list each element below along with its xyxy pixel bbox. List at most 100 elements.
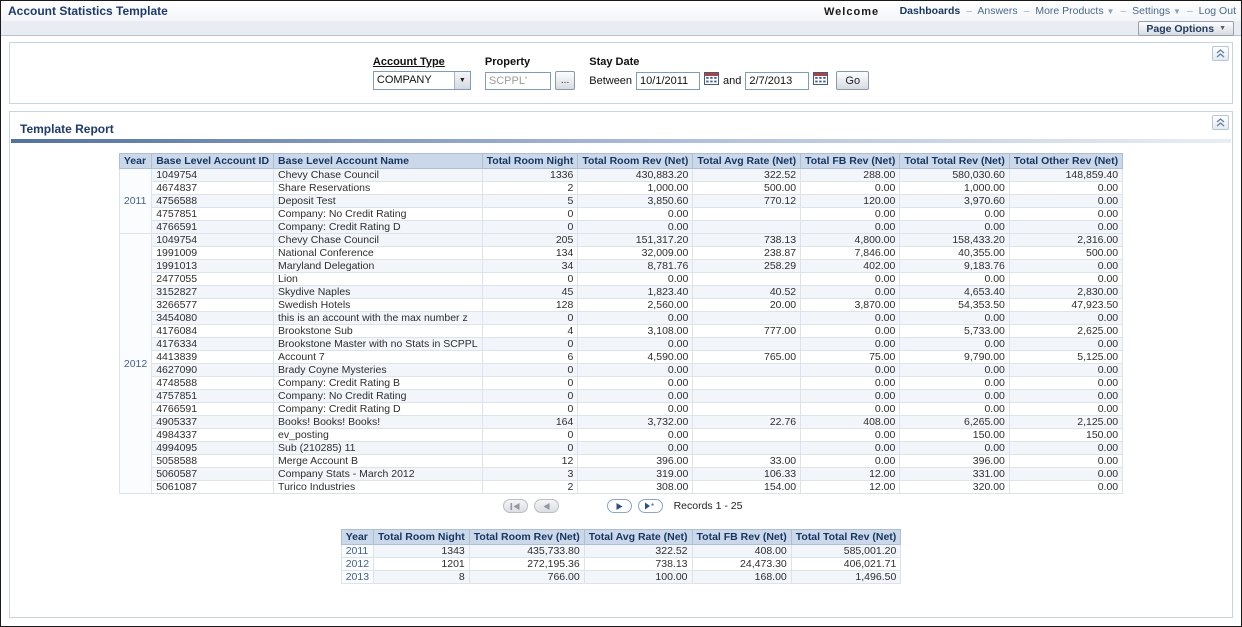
fb-rev-cell: 0.00 xyxy=(801,442,900,455)
fb-rev-cell: 0.00 xyxy=(801,208,900,221)
collapse-panel-button[interactable] xyxy=(1212,115,1229,130)
total-rev-cell: 54,353.50 xyxy=(900,299,1010,312)
total-rev-cell: 580,030.60 xyxy=(900,169,1010,182)
double-chevron-up-icon xyxy=(1216,118,1225,127)
room-night-cell: 12 xyxy=(482,455,578,468)
account-id-cell: 3454080 xyxy=(152,312,274,325)
pagination-bar: * Records 1 - 25 xyxy=(500,499,743,513)
total-rev-cell: 40,355.00 xyxy=(900,247,1010,260)
account-type-select[interactable]: COMPANY ▼ xyxy=(373,71,471,90)
account-id-cell: 4176084 xyxy=(152,325,274,338)
avg-rate-cell xyxy=(693,390,801,403)
column-header: Total Room Rev (Net) xyxy=(469,530,584,545)
nav-more-products-link[interactable]: More Products ▼ xyxy=(1035,5,1114,17)
calendar-icon[interactable] xyxy=(813,72,828,90)
other-rev-cell: 2,830.00 xyxy=(1009,286,1122,299)
account-id-cell: 4984337 xyxy=(152,429,274,442)
avg-rate-cell: 500.00 xyxy=(693,182,801,195)
column-header: Year xyxy=(341,530,373,545)
calendar-icon[interactable] xyxy=(704,72,719,90)
date-to-input[interactable] xyxy=(745,72,809,90)
avg-rate-cell xyxy=(693,208,801,221)
account-id-cell: 5061087 xyxy=(152,481,274,494)
total-rev-cell: 0.00 xyxy=(900,221,1010,234)
account-type-filter: Account Type COMPANY ▼ xyxy=(373,56,471,90)
table-row: 4984337ev_posting00.000.00150.00150.00 xyxy=(119,429,1122,442)
account-id-cell: 1049754 xyxy=(152,234,274,247)
next-page-button[interactable] xyxy=(607,499,632,513)
account-id-cell: 4627090 xyxy=(152,364,274,377)
report-panel: Template Report YearBase Level Account I… xyxy=(9,111,1233,618)
property-input[interactable] xyxy=(485,72,551,90)
room-night-cell: 45 xyxy=(482,286,578,299)
other-rev-cell: 0.00 xyxy=(1009,260,1122,273)
fb-rev-cell: 408.00 xyxy=(801,416,900,429)
room-night-cell: 4 xyxy=(482,325,578,338)
other-rev-cell: 5,125.00 xyxy=(1009,351,1122,364)
account-name-cell: this is an account with the max number z xyxy=(274,312,483,325)
avg-rate-cell: 770.12 xyxy=(693,195,801,208)
stay-date-label: Stay Date xyxy=(589,56,869,68)
table-row: 4994095Sub (210285) 1100.000.000.000.00 xyxy=(119,442,1122,455)
summary-value-cell: 322.52 xyxy=(584,545,692,558)
room-rev-cell: 0.00 xyxy=(578,429,693,442)
other-rev-cell: 150.00 xyxy=(1009,429,1122,442)
room-rev-cell: 0.00 xyxy=(578,390,693,403)
last-page-button[interactable]: * xyxy=(638,499,663,513)
room-rev-cell: 8,781.76 xyxy=(578,260,693,273)
column-header: Total Room Rev (Net) xyxy=(578,154,693,169)
total-rev-cell: 0.00 xyxy=(900,364,1010,377)
go-button[interactable]: Go xyxy=(836,71,869,90)
avg-rate-cell xyxy=(693,273,801,286)
fb-rev-cell: 0.00 xyxy=(801,364,900,377)
total-rev-cell: 0.00 xyxy=(900,403,1010,416)
date-from-input[interactable] xyxy=(636,72,700,90)
welcome-label: Welcome xyxy=(824,6,879,18)
between-label: Between xyxy=(589,75,632,87)
other-rev-cell: 0.00 xyxy=(1009,273,1122,286)
account-name-cell: Skydive Naples xyxy=(274,286,483,299)
account-id-cell: 4674837 xyxy=(152,182,274,195)
table-row: 4757851Company: No Credit Rating00.000.0… xyxy=(119,390,1122,403)
avg-rate-cell xyxy=(693,377,801,390)
table-row: 4748588Company: Credit Rating B00.000.00… xyxy=(119,377,1122,390)
avg-rate-cell: 20.00 xyxy=(693,299,801,312)
nav-dashboards-link[interactable]: Dashboards xyxy=(900,5,961,17)
account-id-cell: 4757851 xyxy=(152,208,274,221)
room-night-cell: 0 xyxy=(482,364,578,377)
room-night-cell: 0 xyxy=(482,273,578,286)
account-id-cell: 4766591 xyxy=(152,403,274,416)
chevron-down-icon: ▼ xyxy=(1219,25,1226,32)
summary-value-cell: 738.13 xyxy=(584,558,692,571)
room-rev-cell: 151,317.20 xyxy=(578,234,693,247)
nav-settings-link[interactable]: Settings ▼ xyxy=(1132,5,1181,17)
table-row: 5060587Company Stats - March 20123319.00… xyxy=(119,468,1122,481)
table-row: 2477055Lion00.000.000.000.00 xyxy=(119,273,1122,286)
summary-value-cell: 408.00 xyxy=(692,545,791,558)
previous-page-button xyxy=(534,499,559,513)
fb-rev-cell: 0.00 xyxy=(801,325,900,338)
avg-rate-cell: 33.00 xyxy=(693,455,801,468)
total-rev-cell: 5,733.00 xyxy=(900,325,1010,338)
table-row: 4756588Deposit Test53,850.60770.12120.00… xyxy=(119,195,1122,208)
account-name-cell: Company: Credit Rating D xyxy=(274,403,483,416)
page-options-button[interactable]: Page Options ▼ xyxy=(1138,21,1234,36)
avg-rate-cell: 322.52 xyxy=(693,169,801,182)
account-name-cell: Company Stats - March 2012 xyxy=(274,468,483,481)
property-browse-button[interactable]: ... xyxy=(555,71,575,90)
total-rev-cell: 320.00 xyxy=(900,481,1010,494)
account-name-cell: Swedish Hotels xyxy=(274,299,483,312)
other-rev-cell: 0.00 xyxy=(1009,208,1122,221)
nav-log-out-link[interactable]: Log Out xyxy=(1199,5,1236,17)
room-night-cell: 0 xyxy=(482,312,578,325)
total-rev-cell: 0.00 xyxy=(900,377,1010,390)
summary-value-cell: 8 xyxy=(374,571,470,584)
other-rev-cell: 500.00 xyxy=(1009,247,1122,260)
account-id-cell: 4413839 xyxy=(152,351,274,364)
room-rev-cell: 3,732.00 xyxy=(578,416,693,429)
toolbar-strip: Page Options ▼ xyxy=(1,21,1241,36)
room-rev-cell: 0.00 xyxy=(578,442,693,455)
account-name-cell: Deposit Test xyxy=(274,195,483,208)
nav-answers-link[interactable]: Answers xyxy=(977,5,1017,17)
fb-rev-cell: 0.00 xyxy=(801,182,900,195)
